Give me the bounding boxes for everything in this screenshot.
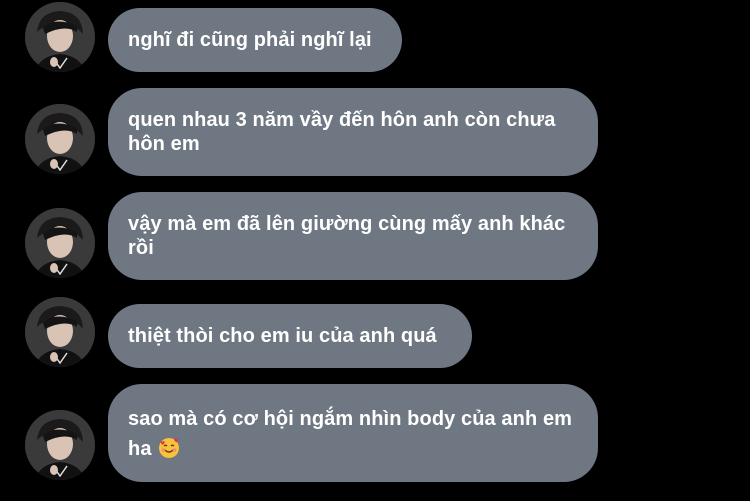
avatar[interactable]	[25, 104, 95, 174]
avatar[interactable]	[25, 208, 95, 278]
avatar[interactable]	[25, 410, 95, 480]
message-bubble[interactable]: vậy mà em đã lên giường cùng mấy anh khá…	[108, 192, 598, 280]
message-text: vậy mà em đã lên giường cùng mấy anh khá…	[128, 213, 566, 259]
message-text: quen nhau 3 năm vầy đến hôn anh còn chưa…	[128, 109, 556, 155]
avatar[interactable]	[25, 2, 95, 72]
message-text: thiệt thòi cho em iu của anh quá	[128, 325, 437, 347]
profile-photo-icon	[25, 104, 95, 174]
avatar[interactable]	[25, 297, 95, 367]
profile-photo-icon	[25, 208, 95, 278]
chat-thread: nghĩ đi cũng phải nghĩ lại quen nhau 3 n…	[0, 0, 750, 501]
message-bubble[interactable]: thiệt thòi cho em iu của anh quá	[108, 304, 472, 368]
profile-photo-icon	[25, 410, 95, 480]
profile-photo-icon	[25, 297, 95, 367]
message-text: nghĩ đi cũng phải nghĩ lại	[128, 29, 372, 51]
profile-photo-icon	[25, 2, 95, 72]
smiling-face-with-hearts-icon	[158, 437, 180, 459]
message-bubble[interactable]: sao mà có cơ hội ngắm nhìn body của anh …	[108, 384, 598, 482]
message-text: sao mà có cơ hội ngắm nhìn body của anh …	[128, 408, 573, 460]
message-bubble[interactable]: quen nhau 3 năm vầy đến hôn anh còn chưa…	[108, 88, 598, 176]
message-bubble[interactable]: nghĩ đi cũng phải nghĩ lại	[108, 8, 402, 72]
